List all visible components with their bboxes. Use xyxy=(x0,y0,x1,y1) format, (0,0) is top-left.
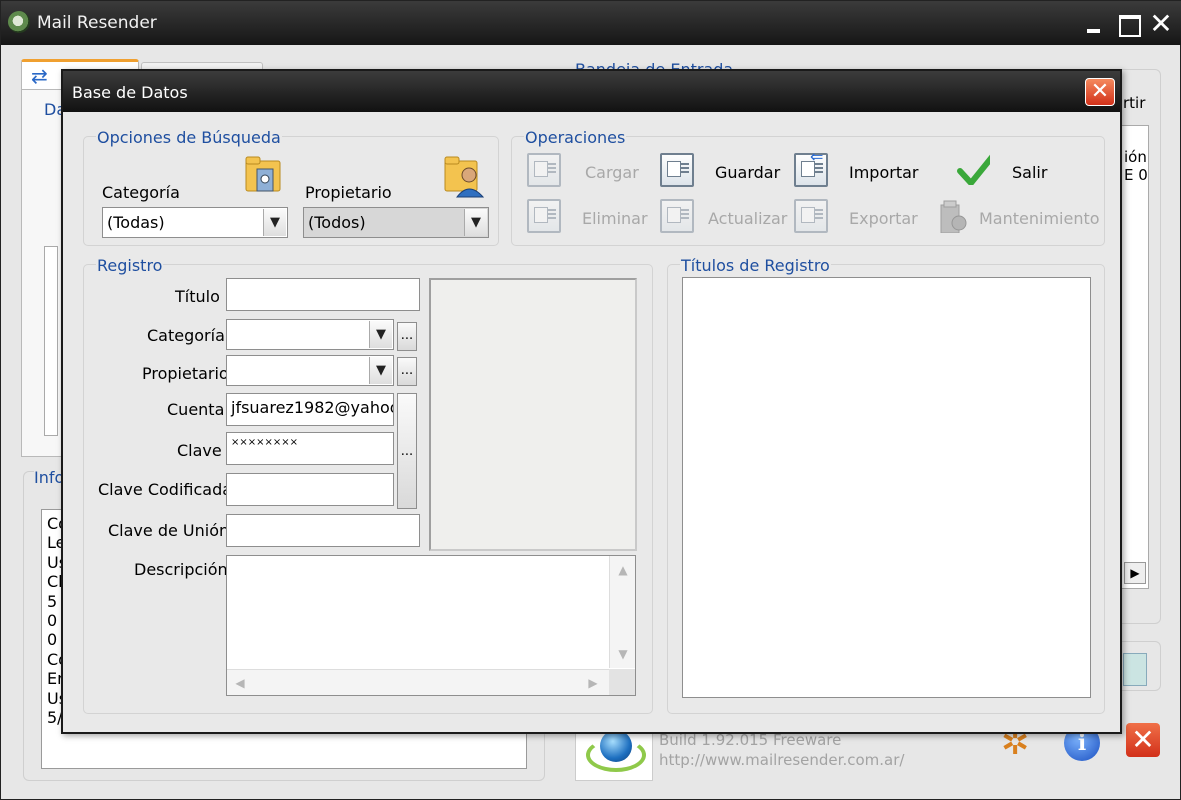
union-key-label: Clave de Unión xyxy=(108,521,230,540)
edit-pencil-icon xyxy=(660,199,694,233)
build-info: Build 1.92.015 Freeware http://www.mailr… xyxy=(659,730,904,770)
arrow-left-icon: ⇐ xyxy=(810,147,824,166)
dialog-close-button[interactable]: ✕ xyxy=(1085,78,1115,106)
chevron-down-icon[interactable]: ▼ xyxy=(369,321,392,348)
scroll-up-icon[interactable]: ▲ xyxy=(613,560,633,580)
website-link[interactable]: http://www.mailresender.com.ar/ xyxy=(659,750,904,770)
data-list[interactable] xyxy=(44,246,58,436)
exit-label: Salir xyxy=(1012,163,1048,182)
dialog-title: Base de Datos xyxy=(72,83,188,102)
search-options-label: Opciones de Búsqueda xyxy=(96,128,282,147)
delete-label: Eliminar xyxy=(582,209,648,228)
chevron-down-icon[interactable]: ▼ xyxy=(263,209,286,236)
load-icon xyxy=(527,153,561,187)
title-input[interactable] xyxy=(226,278,420,311)
update-label: Actualizar xyxy=(708,209,788,228)
chevron-down-icon[interactable]: ▼ xyxy=(369,357,392,384)
import-label: Importar xyxy=(849,163,919,182)
maintenance-label: Mantenimiento xyxy=(979,209,1100,228)
record-titles-label: Títulos de Registro xyxy=(680,256,831,275)
checkmark-icon xyxy=(957,154,990,185)
password-input[interactable]: ×××××××× xyxy=(226,432,394,465)
save-icon xyxy=(660,153,694,187)
close-window-button[interactable]: ✕ xyxy=(1146,9,1176,39)
dialog-titlebar: Base de Datos ✕ xyxy=(63,71,1120,112)
search-category-value: (Todas) xyxy=(107,213,165,232)
inbox-list[interactable]: ión E 0 ▶ xyxy=(1121,125,1149,589)
exit-button[interactable]: ✕ xyxy=(1126,723,1160,757)
vertical-scrollbar[interactable]: ▲ ▼ xyxy=(609,556,635,668)
app-title: Mail Resender xyxy=(37,13,157,33)
category-browse-button[interactable]: ... xyxy=(397,322,417,351)
scroll-right-icon[interactable]: ▶ xyxy=(583,673,603,693)
status-indicator xyxy=(1123,653,1147,686)
maintenance-icon xyxy=(940,200,967,233)
refresh-icon: ⇄ xyxy=(31,64,48,88)
operations-label: Operaciones xyxy=(524,128,627,147)
search-owner-select[interactable]: (Todos) ▼ xyxy=(303,207,489,238)
save-label: Guardar xyxy=(715,163,781,182)
chevron-down-icon[interactable]: ▼ xyxy=(464,209,487,236)
record-label: Registro xyxy=(96,256,164,275)
export-icon xyxy=(794,199,828,233)
search-category-label: Categoría xyxy=(102,183,180,202)
database-dialog: Base de Datos ✕ Opciones de Búsqueda Cat… xyxy=(61,69,1122,734)
search-owner-label: Propietario xyxy=(305,183,392,202)
maximize-button[interactable] xyxy=(1113,9,1143,39)
main-titlebar: Mail Resender ✕ xyxy=(1,1,1181,45)
category-label: Categoría xyxy=(147,326,225,345)
minimize-button[interactable] xyxy=(1079,9,1109,39)
scrollbar-corner xyxy=(609,669,635,695)
column-header: ión xyxy=(1124,148,1147,166)
category-select[interactable]: ▼ xyxy=(226,319,394,350)
owner-select[interactable]: ▼ xyxy=(226,355,394,386)
delete-icon xyxy=(527,199,561,233)
encoded-password-label: Clave Codificada xyxy=(98,480,233,499)
union-key-input[interactable] xyxy=(226,514,420,547)
scroll-left-icon[interactable]: ◀ xyxy=(230,673,250,693)
description-textarea[interactable]: ▲ ▼ ◀ ▶ xyxy=(226,555,636,696)
account-label: Cuenta xyxy=(167,400,225,419)
horizontal-scrollbar[interactable]: ◀ ▶ xyxy=(227,669,609,695)
app-logo-icon xyxy=(8,11,30,33)
globe-icon xyxy=(600,730,632,762)
search-owner-value: (Todos) xyxy=(308,213,366,232)
description-label: Descripción xyxy=(134,560,228,579)
record-titles-list[interactable] xyxy=(682,277,1091,698)
list-cell: E 0 xyxy=(1124,166,1148,184)
image-preview-area[interactable] xyxy=(429,278,637,551)
credentials-browse-button[interactable]: ... xyxy=(397,393,417,509)
load-label: Cargar xyxy=(585,163,639,182)
info-label: Info xyxy=(34,468,65,487)
scroll-right-button[interactable]: ▶ xyxy=(1124,562,1146,584)
scroll-down-icon[interactable]: ▼ xyxy=(613,644,633,664)
encoded-password-input[interactable] xyxy=(226,473,394,506)
export-label: Exportar xyxy=(849,209,918,228)
title-label: Título xyxy=(175,287,220,306)
category-folder-icon xyxy=(245,156,281,192)
owner-browse-button[interactable]: ... xyxy=(397,357,417,386)
share-label: rtir xyxy=(1123,94,1146,112)
owner-folder-icon xyxy=(444,156,485,198)
account-input[interactable]: jfsuarez1982@yahoo.e xyxy=(226,393,394,426)
password-label: Clave xyxy=(177,441,222,460)
search-category-select[interactable]: (Todas) ▼ xyxy=(102,207,288,238)
owner-label: Propietario xyxy=(142,364,229,383)
